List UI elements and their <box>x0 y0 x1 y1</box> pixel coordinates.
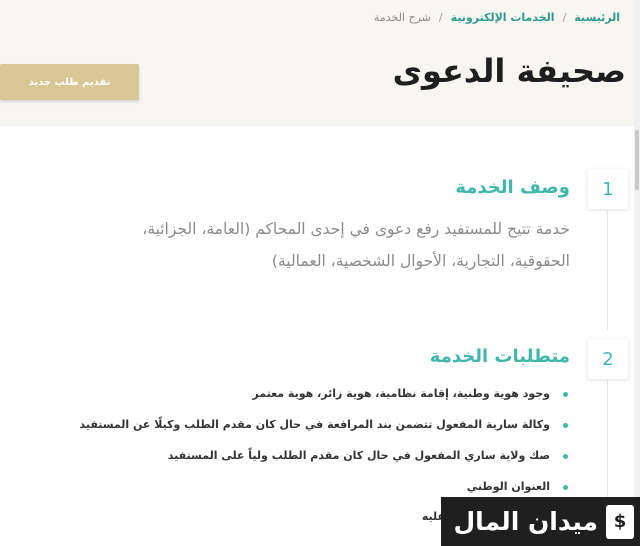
section-number-badge: 1 <box>588 169 628 209</box>
page-title: صحيفة الدعوى <box>392 52 626 90</box>
new-request-button[interactable]: تقديم طلب جديد <box>0 64 139 100</box>
section-connector-line <box>607 210 608 330</box>
watermark-text: ميدان المال <box>453 507 598 536</box>
section-number-badge: 2 <box>588 339 628 379</box>
money-bag-icon: $ <box>606 504 634 539</box>
requirements-list: وجود هوية وطنية، إقامة نظامية، هوية زائر… <box>79 386 570 510</box>
breadcrumb-home-link[interactable]: الرئيسية <box>574 11 620 24</box>
service-description-line: الحقوقية، التجارية، الأحوال الشخصية، الع… <box>271 252 570 270</box>
service-description: خدمة تتيح للمستفيد رفع دعوى في إحدى المح… <box>65 213 570 277</box>
breadcrumb: الرئيسية / الخدمات الإلكترونية / شرح الخدمة <box>374 11 620 24</box>
requirement-item: وجود هوية وطنية، إقامة نظامية، هوية زائر… <box>79 386 570 417</box>
scrollbar[interactable] <box>634 0 640 546</box>
service-description-line: خدمة تتيح للمستفيد رفع دعوى في إحدى المح… <box>142 220 570 238</box>
requirement-item: صك ولاية ساري المفعول في حال كان مقدم ال… <box>79 448 570 479</box>
section-title-requirements: متطلبات الخدمة <box>429 346 570 367</box>
section-title-description: وصف الخدمة <box>455 177 570 198</box>
breadcrumb-current: شرح الخدمة <box>373 11 431 24</box>
requirement-item: وكالة سارية المفعول تتضمن بند المرافعة ف… <box>79 417 570 448</box>
page-header: الرئيسية/الخدمات الإلكترونية/شرح الخدمة … <box>0 0 640 126</box>
scrollbar-thumb[interactable] <box>635 130 639 190</box>
breadcrumb-separator: / <box>562 11 567 24</box>
breadcrumb-eservices-link[interactable]: الخدمات الإلكترونية <box>451 11 555 24</box>
watermark-logo: $ ميدان المال <box>441 497 640 546</box>
breadcrumb-separator: / <box>438 11 443 24</box>
